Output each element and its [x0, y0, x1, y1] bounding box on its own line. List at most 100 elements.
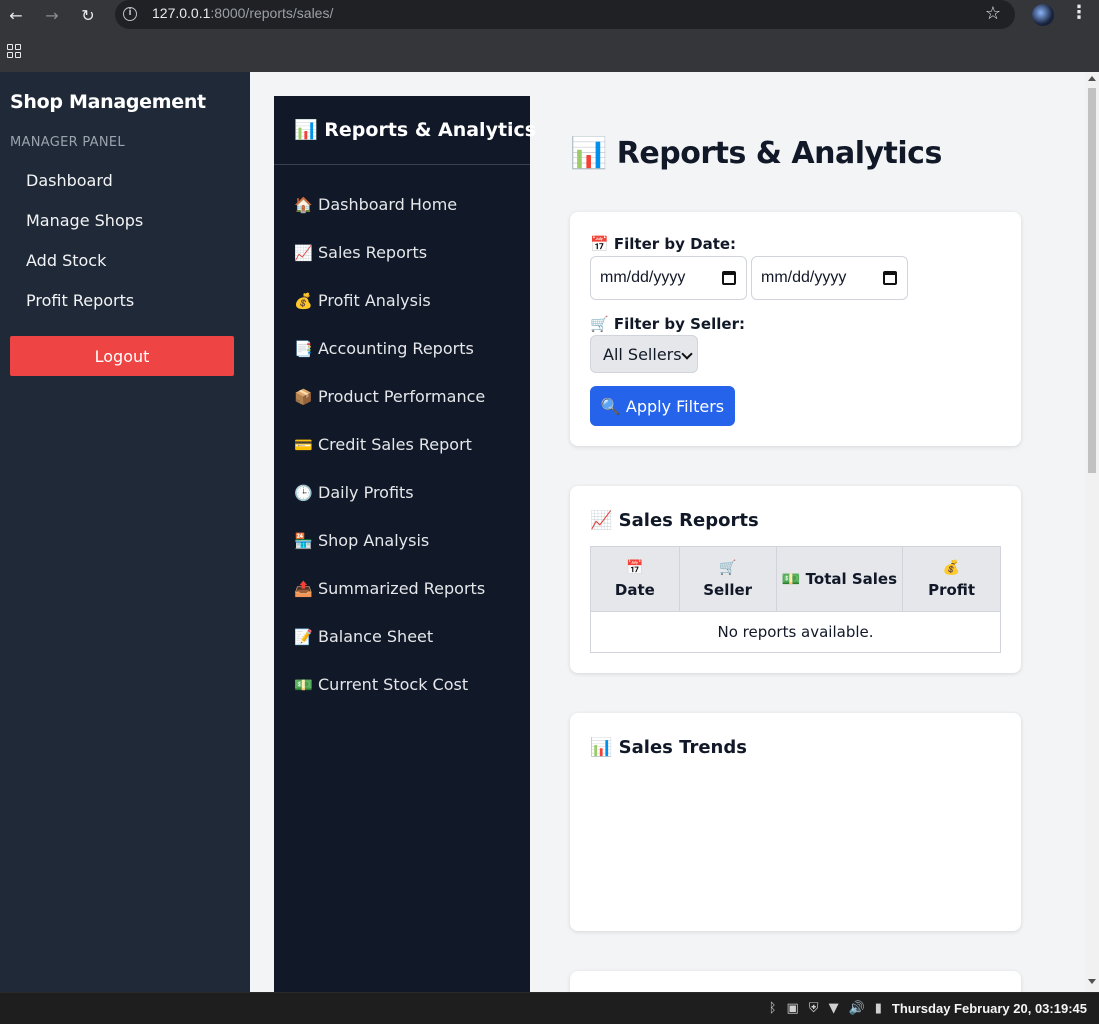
reports-item-dashboard-home[interactable]: 🏠 Dashboard Home [294, 195, 457, 214]
column-header-total-sales: 💵 Total Sales [775, 546, 904, 612]
memo-icon: 📝 [294, 628, 313, 646]
site-info-icon[interactable]: i [123, 7, 137, 21]
clock[interactable]: Thursday February 20, 03:19:45 [892, 1001, 1087, 1016]
brand-title: Shop Management [10, 91, 206, 113]
sales-reports-card: 📈 Sales Reports 📅 Date 🛒 Seller 💵 Total Sa… [570, 486, 1021, 673]
chevron-down-icon [681, 348, 693, 360]
cart-icon: 🛒 [718, 560, 737, 576]
reports-item-profit-analysis[interactable]: 💰 Profit Analysis [294, 291, 431, 310]
bookmark-star-icon[interactable]: ☆ [985, 3, 1001, 24]
package-icon: 📦 [294, 388, 313, 406]
start-date-placeholder: mm/dd/yyyy [600, 269, 686, 286]
reports-item-label: Sales Reports [318, 243, 428, 262]
reports-item-current-stock-cost[interactable]: 💵 Current Stock Cost [294, 675, 468, 694]
browser-menu-icon[interactable]: ⋮ [1070, 2, 1088, 26]
reports-item-daily-profits[interactable]: 🕒 Daily Profits [294, 483, 414, 502]
clipboard-icon[interactable]: ▣ [787, 1001, 799, 1016]
scrollbar-thumb[interactable] [1088, 88, 1096, 473]
browser-toolbar: ← → ↻ i 127.0.0.1:8000/reports/sales/ ☆ … [0, 0, 1099, 30]
reports-item-label: Daily Profits [318, 483, 414, 502]
reports-item-label: Credit Sales Report [318, 435, 472, 454]
divider [274, 164, 530, 165]
apps-grid-icon[interactable] [7, 44, 21, 58]
reports-item-label: Balance Sheet [318, 627, 434, 646]
battery-icon[interactable]: ▮ [875, 1001, 882, 1016]
reports-item-product-performance[interactable]: 📦 Product Performance [294, 387, 485, 406]
sales-reports-table: 📅 Date 🛒 Seller 💵 Total Sales 💰 Profit No r… [590, 546, 1001, 653]
scroll-up-arrow-icon[interactable] [1088, 76, 1096, 81]
browser-chrome: ← → ↻ i 127.0.0.1:8000/reports/sales/ ☆ … [0, 0, 1099, 72]
url-text[interactable]: 127.0.0.1:8000/reports/sales/ [152, 5, 333, 21]
clock-icon: 🕒 [294, 484, 313, 502]
money-bag-icon: 💰 [942, 560, 961, 576]
column-header-seller: 🛒 Seller [678, 546, 777, 612]
system-taskbar: ᛒ ▣ ⛨ ▼ 🔊 ▮ Thursday February 20, 03:19:… [0, 992, 1099, 1024]
column-header-date: 📅 Date [590, 546, 680, 612]
table-row: No reports available. [590, 611, 1001, 653]
reports-item-label: Summarized Reports [318, 579, 486, 598]
calendar-icon[interactable] [722, 271, 736, 285]
seller-select[interactable]: All Sellers [590, 335, 698, 373]
outbox-icon: 📤 [294, 580, 313, 598]
calendar-icon[interactable] [883, 271, 897, 285]
column-header-profit: 💰 Profit [902, 546, 1001, 612]
start-date-input[interactable]: mm/dd/yyyy [590, 256, 747, 300]
reports-item-sales-reports[interactable]: 📈 Sales Reports [294, 243, 427, 262]
reports-item-label: Dashboard Home [318, 195, 458, 214]
profile-avatar[interactable] [1032, 4, 1054, 26]
url-host: 127.0.0.1 [152, 5, 211, 21]
credit-card-icon: 💳 [294, 436, 313, 454]
date-filter-label: 📅 Filter by Date: [590, 235, 737, 253]
volume-icon[interactable]: 🔊 [849, 1001, 865, 1016]
url-path: :8000/reports/sales/ [210, 5, 334, 21]
sidebar-item-dashboard[interactable]: Dashboard [26, 171, 113, 190]
empty-message: No reports available. [590, 611, 1001, 653]
back-icon[interactable]: ← [5, 4, 27, 26]
reports-item-label: Product Performance [318, 387, 486, 406]
home-icon: 🏠 [294, 196, 313, 214]
column-label: Profit [928, 581, 976, 599]
seller-filter-label: 🛒 Filter by Seller: [590, 315, 745, 333]
apply-filters-button[interactable]: 🔍 Apply Filters [590, 386, 735, 426]
shield-icon[interactable]: ⛨ [809, 1001, 819, 1016]
column-label: Date [614, 581, 655, 599]
column-label: Seller [703, 581, 753, 599]
sidebar-item-add-stock[interactable]: Add Stock [26, 251, 106, 270]
chart-up-icon: 📈 [294, 244, 313, 262]
column-label: Total Sales [805, 570, 898, 588]
page-title: 📊 Reports & Analytics [570, 136, 942, 171]
bookmark-tabs-icon: 📑 [294, 340, 313, 358]
system-tray: ᛒ ▣ ⛨ ▼ 🔊 ▮ Thursday February 20, 03:19:… [769, 1001, 1087, 1016]
seller-selected-value: All Sellers [603, 344, 682, 364]
reports-item-accounting-reports[interactable]: 📑 Accounting Reports [294, 339, 474, 358]
reports-item-label: Current Stock Cost [318, 675, 469, 694]
dollar-bill-icon: 💵 [781, 570, 801, 588]
calendar-icon: 📅 [626, 560, 644, 576]
address-bar[interactable]: i 127.0.0.1:8000/reports/sales/ ☆ [115, 0, 1015, 29]
dollar-bill-icon: 💵 [294, 676, 313, 694]
filter-card: 📅 Filter by Date: mm/dd/yyyy mm/dd/yyyy … [570, 212, 1021, 446]
store-icon: 🏪 [294, 532, 313, 550]
forward-icon[interactable]: → [41, 4, 63, 26]
panel-label: MANAGER PANEL [10, 135, 125, 150]
end-date-input[interactable]: mm/dd/yyyy [751, 256, 908, 300]
reports-item-label: Shop Analysis [318, 531, 430, 550]
sidebar-item-manage-shops[interactable]: Manage Shops [26, 211, 143, 230]
app-sidebar: Shop Management MANAGER PANEL Dashboard … [0, 72, 250, 992]
bookmarks-bar [0, 36, 1099, 66]
sales-trends-heading: 📊 Sales Trends [590, 737, 747, 758]
wifi-icon[interactable]: ▼ [829, 1001, 839, 1016]
reports-item-shop-analysis[interactable]: 🏪 Shop Analysis [294, 531, 429, 550]
bluetooth-icon[interactable]: ᛒ [769, 1001, 777, 1016]
reload-icon[interactable]: ↻ [77, 4, 99, 26]
logout-button[interactable]: Logout [10, 336, 234, 376]
sidebar-item-profit-reports[interactable]: Profit Reports [26, 291, 134, 310]
reports-item-balance-sheet[interactable]: 📝 Balance Sheet [294, 627, 433, 646]
scroll-down-arrow-icon[interactable] [1088, 979, 1096, 984]
page-scrollbar[interactable] [1085, 72, 1099, 992]
reports-item-credit-sales-report[interactable]: 💳 Credit Sales Report [294, 435, 472, 454]
reports-item-label: Accounting Reports [318, 339, 474, 358]
end-date-placeholder: mm/dd/yyyy [761, 269, 847, 286]
reports-item-summarized-reports[interactable]: 📤 Summarized Reports [294, 579, 485, 598]
sales-trends-card: 📊 Sales Trends [570, 713, 1021, 931]
